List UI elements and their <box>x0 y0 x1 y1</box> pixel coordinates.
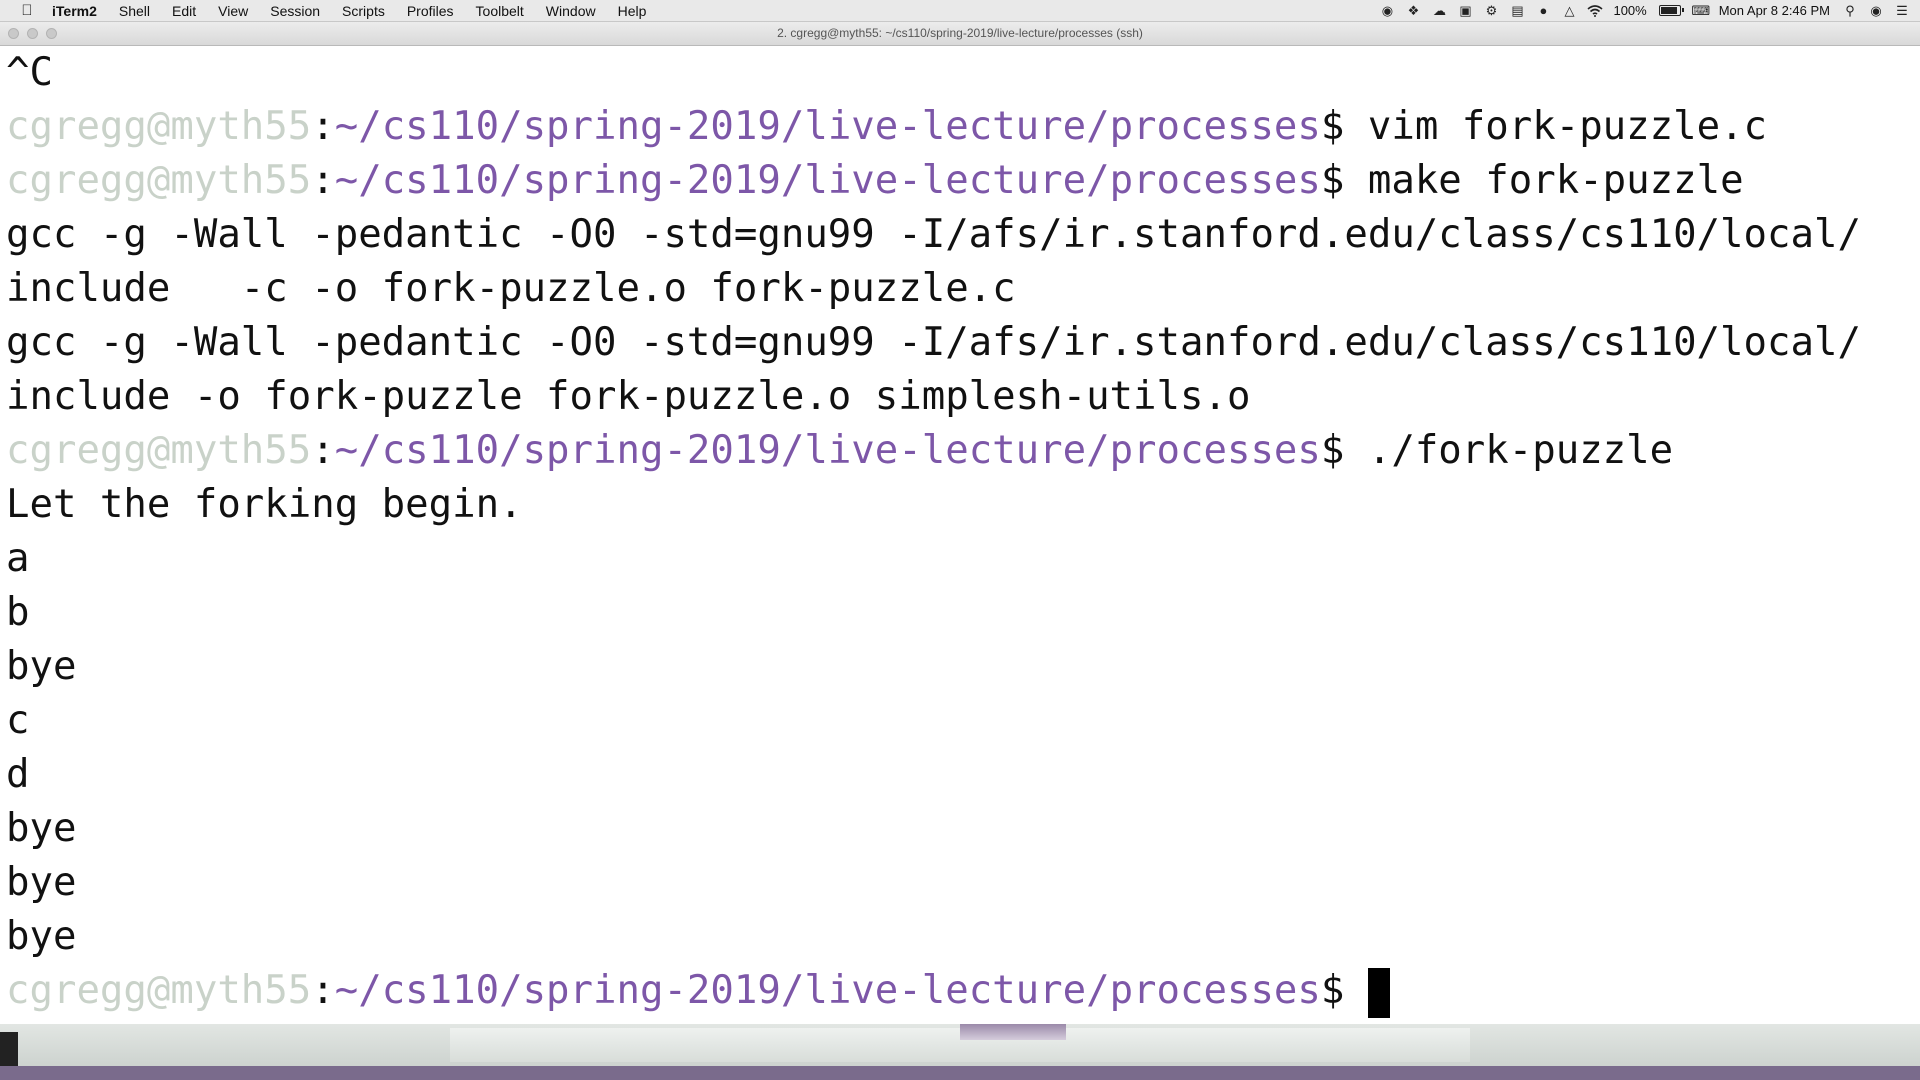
terminal-line: b <box>6 590 30 635</box>
terminal-view[interactable]: ^C cgregg@myth55:~/cs110/spring-2019/liv… <box>0 46 1920 1024</box>
window-titlebar[interactable]: 2. cgregg@myth55: ~/cs110/spring-2019/li… <box>0 22 1920 46</box>
prompt-user-host: cgregg@myth55 <box>6 968 312 1013</box>
terminal-line: c <box>6 698 30 743</box>
menu-help[interactable]: Help <box>618 3 647 19</box>
display-icon[interactable]: ▤ <box>1509 3 1525 19</box>
prompt-path: ~/cs110/spring-2019/live-lecture/process… <box>334 104 1321 149</box>
battery-percent: 100% <box>1613 3 1647 18</box>
dock <box>0 1024 1920 1066</box>
terminal-line: bye <box>6 806 77 851</box>
terminal-prompt-line: cgregg@myth55:~/cs110/spring-2019/live-l… <box>6 100 1767 154</box>
dropbox-icon[interactable]: ❖ <box>1405 3 1421 19</box>
battery-icon[interactable] <box>1658 5 1684 16</box>
notification-center-icon[interactable]: ☰ <box>1894 3 1910 19</box>
status-area: ◉ ❖ ☁ ▣ ⚙ ▤ ● △ 100% ⌨ Mon Apr 8 2:46 PM… <box>1379 0 1920 22</box>
prompt-separator: : <box>311 968 335 1013</box>
menu-shell[interactable]: Shell <box>119 3 150 19</box>
terminal-line: Let the forking begin. <box>6 482 523 527</box>
desktop-strip <box>0 1066 1920 1080</box>
terminal-line: a <box>6 536 30 581</box>
command-text: make fork-puzzle <box>1344 158 1744 203</box>
terminal-prompt-line: cgregg@myth55:~/cs110/spring-2019/live-l… <box>6 424 1673 478</box>
menu-toolbelt[interactable]: Toolbelt <box>476 3 524 19</box>
prompt-dollar: $ <box>1320 158 1345 203</box>
dock-edge <box>0 1032 18 1066</box>
terminal-line: gcc -g -Wall -pedantic -O0 -std=gnu99 -I… <box>6 212 1861 257</box>
prompt-user-host: cgregg@myth55 <box>6 104 312 149</box>
prompt-path: ~/cs110/spring-2019/live-lecture/process… <box>334 968 1321 1013</box>
prompt-separator: : <box>311 104 335 149</box>
cloud-icon[interactable]: ☁ <box>1431 3 1447 19</box>
keyboard-input-icon[interactable]: ⌨ <box>1691 3 1710 19</box>
menu-session[interactable]: Session <box>270 3 320 19</box>
terminal-line: ^C <box>6 50 53 95</box>
airplay-icon[interactable]: △ <box>1561 3 1577 19</box>
terminal-line: bye <box>6 644 77 689</box>
terminal-cursor <box>1368 967 1391 1018</box>
prompt-path: ~/cs110/spring-2019/live-lecture/process… <box>334 158 1321 203</box>
grid-icon[interactable]: ▣ <box>1457 3 1473 19</box>
record-icon[interactable]: ◉ <box>1379 3 1395 19</box>
command-text: vim fork-puzzle.c <box>1344 104 1768 149</box>
dot-icon[interactable]: ● <box>1535 3 1551 19</box>
terminal-line: bye <box>6 860 77 905</box>
menu-scripts[interactable]: Scripts <box>342 3 385 19</box>
window-title: 2. cgregg@myth55: ~/cs110/spring-2019/li… <box>777 26 1143 40</box>
terminal-line: include -o fork-puzzle fork-puzzle.o sim… <box>6 374 1251 419</box>
wifi-icon[interactable] <box>1587 3 1603 19</box>
terminal-line: bye <box>6 914 77 959</box>
menu-view[interactable]: View <box>218 3 248 19</box>
prompt-dollar: $ <box>1320 428 1345 473</box>
spotlight-search-icon[interactable]: ⚲ <box>1842 3 1858 19</box>
menu-bar:  iTerm2 Shell Edit View Session Scripts… <box>0 0 1920 22</box>
prompt-separator: : <box>311 158 335 203</box>
menu-edit[interactable]: Edit <box>172 3 196 19</box>
dock-app-thumbnail[interactable] <box>960 1024 1066 1040</box>
menu-profiles[interactable]: Profiles <box>407 3 454 19</box>
terminal-line: gcc -g -Wall -pedantic -O0 -std=gnu99 -I… <box>6 320 1861 365</box>
prompt-separator: : <box>311 428 335 473</box>
terminal-prompt-line: cgregg@myth55:~/cs110/spring-2019/live-l… <box>6 964 1391 1018</box>
command-text: ./fork-puzzle <box>1344 428 1674 473</box>
terminal-line: d <box>6 752 30 797</box>
apple-menu-icon[interactable]:  <box>18 2 36 19</box>
prompt-user-host: cgregg@myth55 <box>6 428 312 473</box>
menu-window[interactable]: Window <box>546 3 596 19</box>
prompt-user-host: cgregg@myth55 <box>6 158 312 203</box>
user-avatar-icon[interactable]: ◉ <box>1868 3 1884 19</box>
prompt-dollar: $ <box>1320 104 1345 149</box>
terminal-line: include -c -o fork-puzzle.o fork-puzzle.… <box>6 266 1016 311</box>
menu-app-name[interactable]: iTerm2 <box>52 3 97 19</box>
clock[interactable]: Mon Apr 8 2:46 PM <box>1719 3 1830 18</box>
prompt-path: ~/cs110/spring-2019/live-lecture/process… <box>334 428 1321 473</box>
gear-icon[interactable]: ⚙ <box>1483 3 1499 19</box>
terminal-prompt-line: cgregg@myth55:~/cs110/spring-2019/live-l… <box>6 154 1744 208</box>
prompt-dollar: $ <box>1320 968 1345 1013</box>
